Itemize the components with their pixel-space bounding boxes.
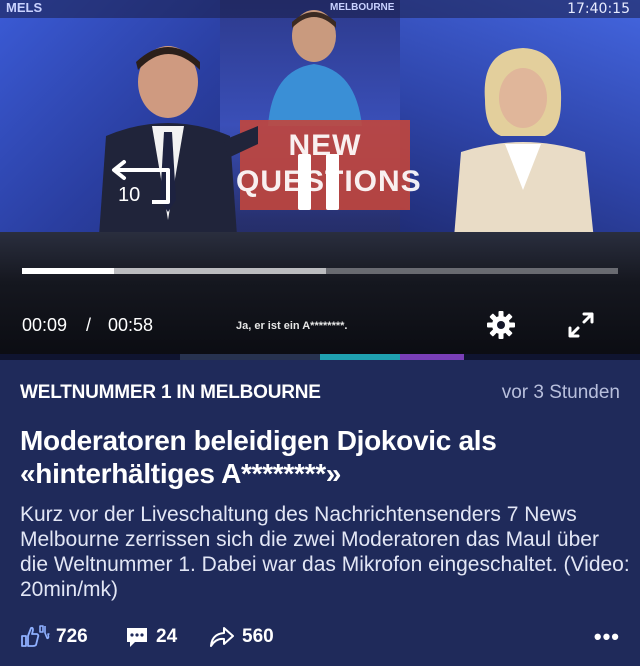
article-lead: Kurz vor der Liveschaltung des Nachricht…: [20, 503, 630, 601]
male-presenter-figure: [98, 46, 258, 250]
broadcast-clock: 17:40:15: [567, 1, 630, 17]
replay-seconds-label: 10: [118, 184, 141, 206]
pause-icon: [298, 154, 311, 210]
total-duration: 00:58: [108, 315, 154, 335]
reactions-count: 726: [56, 626, 88, 647]
reactions-button[interactable]: 726: [20, 622, 88, 652]
article-timestamp: vor 3 Stunden: [501, 382, 620, 403]
shares-count: 560: [242, 626, 274, 647]
comments-count: 24: [156, 626, 178, 647]
article-headline[interactable]: Moderatoren beleidigen Djokovic als «hin…: [20, 424, 620, 490]
current-time: 00:09: [22, 315, 68, 335]
article-kicker: WELTNUMMER 1 IN MELBOURNE: [20, 382, 321, 403]
female-presenter-figure: [453, 48, 595, 250]
time-separator: /: [86, 315, 92, 335]
gear-icon[interactable]: [486, 310, 516, 340]
article-teaser[interactable]: WELTNUMMER 1 IN MELBOURNE vor 3 Stunden …: [0, 360, 640, 666]
progress-bar[interactable]: [22, 268, 618, 274]
news-desk: [0, 232, 640, 358]
more-options-button[interactable]: •••: [594, 624, 620, 650]
pause-icon-bar-right: [326, 154, 339, 210]
comments-button[interactable]: 24: [124, 622, 177, 652]
share-button[interactable]: 560: [208, 622, 274, 652]
ticker-channel-label: MELS: [6, 0, 43, 15]
comment-icon: [127, 628, 147, 647]
video-subtitle: Ja, er ist ein A********.: [236, 320, 348, 332]
video-player[interactable]: MELS MELBOURNE 17:40:15 NEWQUESTIONS 10: [0, 0, 640, 358]
article-actions: 726 24 560 •••: [20, 622, 620, 652]
share-arrow-icon: [210, 627, 234, 647]
pause-button[interactable]: [296, 154, 346, 210]
thumbs-up-down-icon: [21, 625, 50, 647]
progress-played: [22, 268, 115, 274]
tennis-player-figure: [268, 10, 362, 126]
fullscreen-icon[interactable]: [566, 310, 596, 340]
